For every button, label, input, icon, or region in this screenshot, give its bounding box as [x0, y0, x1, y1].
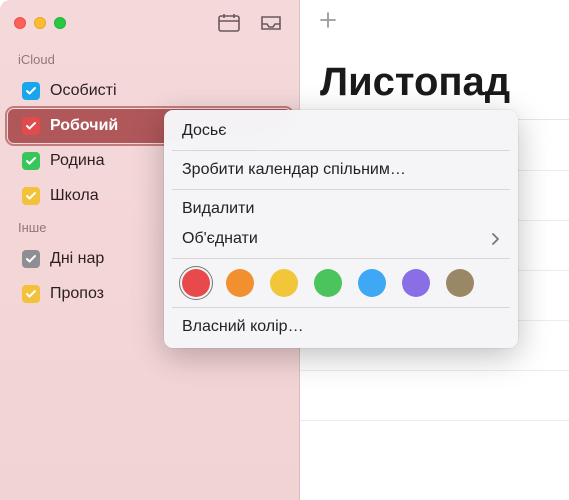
calendar-label: Робочий: [50, 117, 118, 135]
fullscreen-window-button[interactable]: [54, 17, 66, 29]
menu-separator: [172, 258, 510, 259]
calendar-checkbox[interactable]: [22, 285, 40, 303]
calendar-label: Родина: [50, 152, 105, 170]
color-picker-row: [164, 263, 518, 303]
menu-item-label: Об'єднати: [182, 230, 258, 248]
calendar-icon[interactable]: [215, 12, 243, 34]
calendar-checkbox[interactable]: [22, 187, 40, 205]
sidebar-calendar-item[interactable]: Особисті: [8, 74, 291, 108]
menu-item-merge[interactable]: Об'єднати: [164, 224, 518, 254]
month-title: Листопад: [300, 46, 569, 120]
menu-item-label: Власний колір…: [182, 318, 304, 336]
inbox-icon[interactable]: [257, 12, 285, 34]
menu-item-share[interactable]: Зробити календар спільним…: [164, 155, 518, 185]
add-event-button[interactable]: [318, 9, 338, 37]
menu-item-label: Видалити: [182, 200, 254, 218]
color-swatch[interactable]: [358, 269, 386, 297]
main-toolbar: [300, 0, 569, 46]
calendar-label: Особисті: [50, 82, 117, 100]
color-swatch[interactable]: [226, 269, 254, 297]
menu-item-label: Досьє: [182, 122, 226, 140]
window-controls: [14, 17, 66, 29]
calendar-checkbox[interactable]: [22, 152, 40, 170]
calendar-checkbox[interactable]: [22, 82, 40, 100]
titlebar: [0, 0, 299, 46]
calendar-checkbox[interactable]: [22, 117, 40, 135]
calendar-label: Дні нар: [50, 250, 104, 268]
sidebar-section-header: iCloud: [0, 46, 299, 73]
calendar-checkbox[interactable]: [22, 250, 40, 268]
color-swatch[interactable]: [270, 269, 298, 297]
menu-item-custom-color[interactable]: Власний колір…: [164, 312, 518, 342]
calendar-label: Школа: [50, 187, 99, 205]
menu-separator: [172, 150, 510, 151]
menu-item-label: Зробити календар спільним…: [182, 161, 406, 179]
close-window-button[interactable]: [14, 17, 26, 29]
color-swatch[interactable]: [446, 269, 474, 297]
color-swatch[interactable]: [182, 269, 210, 297]
menu-item-info[interactable]: Досьє: [164, 116, 518, 146]
chevron-right-icon: [491, 232, 500, 246]
menu-separator: [172, 307, 510, 308]
menu-item-delete[interactable]: Видалити: [164, 194, 518, 224]
color-swatch[interactable]: [314, 269, 342, 297]
color-swatch[interactable]: [402, 269, 430, 297]
minimize-window-button[interactable]: [34, 17, 46, 29]
calendar-context-menu: Досьє Зробити календар спільним… Видалит…: [164, 110, 518, 348]
menu-separator: [172, 189, 510, 190]
calendar-label: Пропоз: [50, 285, 104, 303]
